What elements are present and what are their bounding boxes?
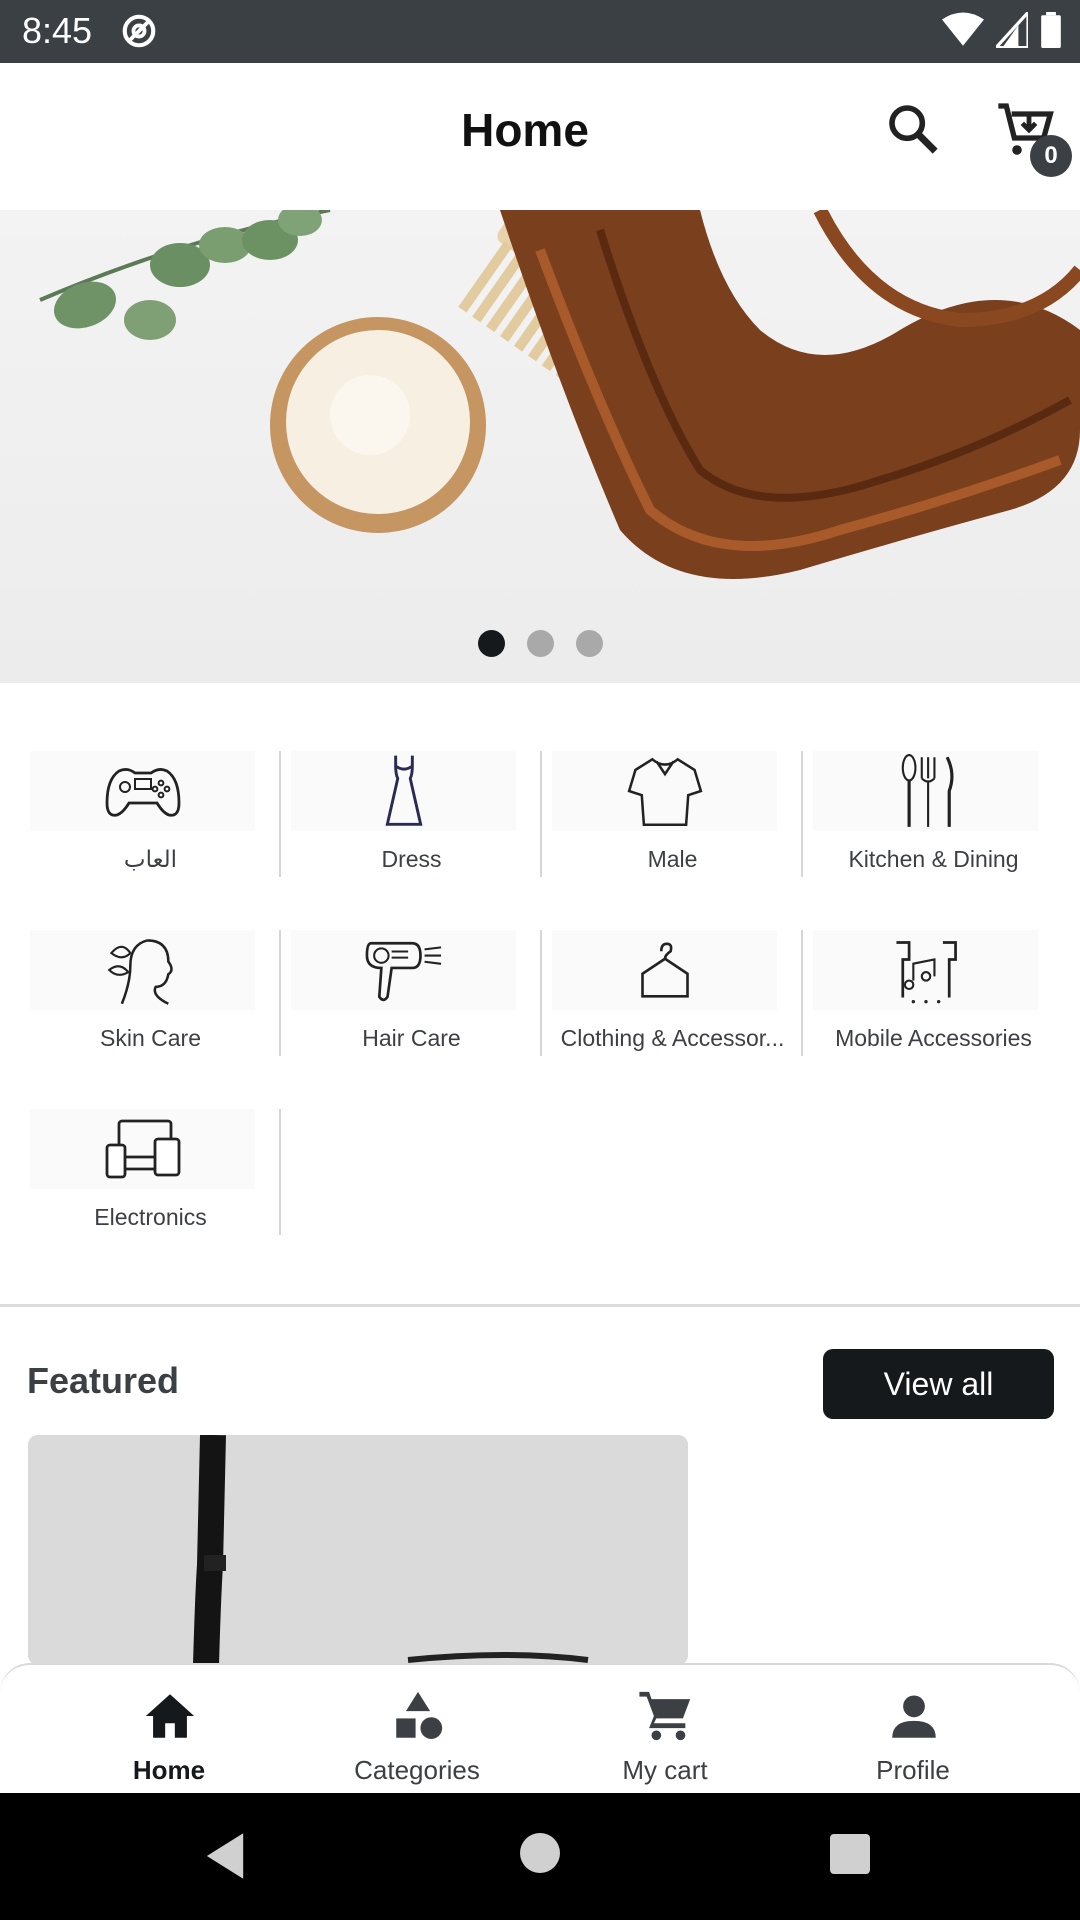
carousel-dot[interactable] — [575, 630, 603, 657]
view-all-button[interactable]: View all — [823, 1349, 1054, 1419]
status-icons — [942, 12, 1062, 48]
system-navigation-bar — [0, 1793, 1080, 1920]
carousel-indicator — [0, 630, 1080, 657]
category-label: Clothing & Accessor... — [560, 1025, 785, 1051]
featured-heading: Featured — [27, 1360, 180, 1401]
devices-icon — [105, 1119, 180, 1179]
category-label: العاب — [123, 846, 178, 872]
cart-icon — [639, 1691, 691, 1741]
home-icon — [145, 1694, 195, 1738]
wifi-icon — [942, 12, 984, 46]
nav-label: My cart — [622, 1755, 708, 1785]
category-label: Skin Care — [100, 1025, 201, 1051]
carousel-dot[interactable] — [477, 630, 505, 657]
nav-item-home[interactable]: Home — [44, 1665, 294, 1795]
home-circle-icon[interactable] — [520, 1833, 560, 1873]
gamepad-icon — [105, 768, 180, 817]
shapes-icon — [396, 1691, 443, 1739]
battery-icon — [1041, 12, 1061, 48]
status-bar: 8:45 — [0, 0, 1080, 63]
hair-dryer-icon — [365, 941, 441, 1002]
category-item-dress[interactable]: Dress — [281, 745, 542, 877]
dress-icon — [385, 755, 422, 826]
nav-item-categories[interactable]: Categories — [292, 1665, 542, 1795]
featured-product-card[interactable] — [28, 1435, 688, 1665]
status-time: 8:45 — [22, 10, 93, 51]
cell-signal-icon — [996, 12, 1028, 48]
nav-label: Profile — [876, 1755, 950, 1785]
category-label: Mobile Accessories — [835, 1025, 1032, 1051]
bottom-navigation: Home Categories My cart Profile — [0, 1663, 1080, 1793]
category-item-male[interactable]: Male — [542, 745, 803, 877]
nav-label: Categories — [354, 1755, 480, 1785]
shirt-icon — [627, 757, 702, 827]
recents-icon[interactable] — [830, 1834, 870, 1874]
search-icon[interactable] — [885, 101, 941, 157]
product-image — [28, 1435, 688, 1665]
nav-item-profile[interactable]: Profile — [788, 1665, 1038, 1795]
category-item-mobile-accessories[interactable]: Mobile Accessories — [803, 924, 1064, 1054]
carousel-dot[interactable] — [526, 630, 554, 657]
category-item-games[interactable]: العاب — [20, 745, 281, 877]
earphones-icon — [895, 941, 957, 1004]
banner-image — [39, 210, 1080, 579]
category-item-electronics[interactable]: Electronics — [20, 1103, 281, 1235]
category-label: Kitchen & Dining — [848, 846, 1019, 872]
category-label: Dress — [381, 846, 442, 872]
promo-banner[interactable] — [0, 210, 1080, 683]
category-item-hair-care[interactable]: Hair Care — [281, 924, 542, 1056]
category-item-kitchen[interactable]: Kitchen & Dining — [803, 745, 1064, 875]
face-leaf-icon — [107, 939, 173, 1005]
category-item-skin-care[interactable]: Skin Care — [20, 924, 281, 1056]
cart-count-badge: 0 — [1030, 135, 1072, 177]
category-item-clothing[interactable]: Clothing & Accessor... — [542, 924, 803, 1056]
nav-item-my-cart[interactable]: My cart — [540, 1665, 790, 1795]
back-icon[interactable] — [202, 1831, 248, 1881]
category-label: Electronics — [94, 1204, 207, 1230]
person-icon — [892, 1695, 936, 1738]
section-divider — [0, 1304, 1080, 1307]
category-label: Male — [647, 846, 698, 872]
category-label: Hair Care — [362, 1025, 461, 1051]
app-bar: Home 0 — [0, 63, 1080, 210]
utensils-icon — [901, 754, 953, 827]
at-sign-icon — [122, 14, 156, 48]
nav-label: Home — [132, 1755, 206, 1785]
hanger-icon — [640, 942, 689, 998]
